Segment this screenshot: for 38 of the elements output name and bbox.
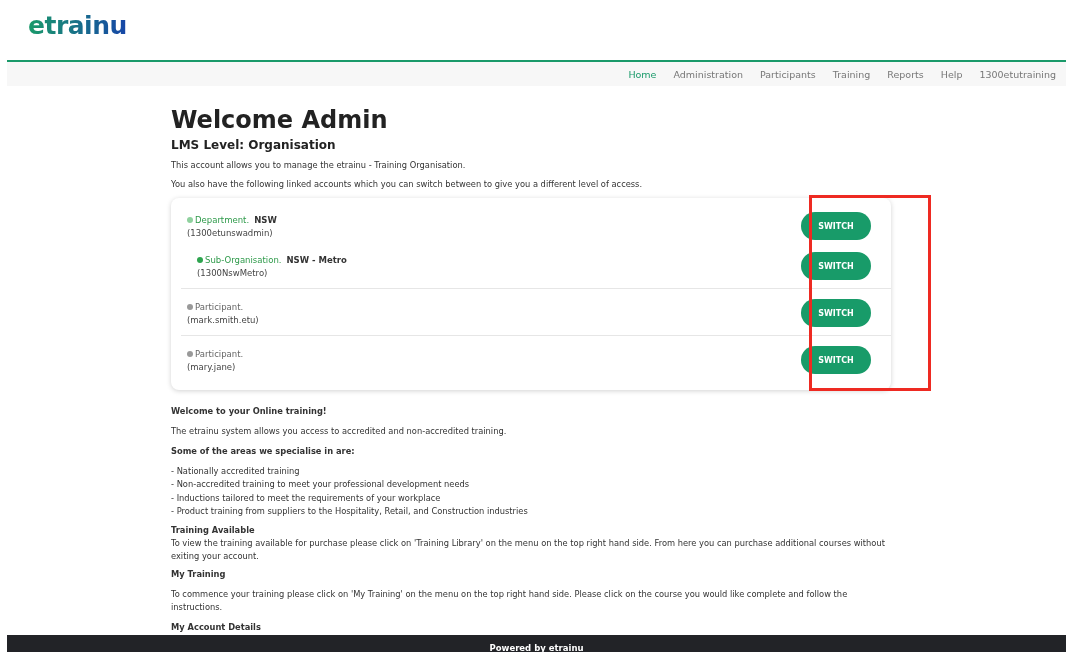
nav-link[interactable]: Participants — [760, 68, 816, 80]
section-heading: My Account Details — [171, 621, 262, 632]
nav-link[interactable]: Administration — [673, 68, 743, 80]
list-item: - Product training from suppliers to the Hospitality, Retail, and Construction industries — [171, 505, 529, 519]
account-name: NSW - Metro — [286, 254, 347, 265]
switch-button[interactable]: SWITCH — [801, 252, 871, 280]
section-text: To view the training available for purchase please click on 'Training Library' on the menu on the top right hand side. From here you can purchase additional courses without exiting your account. — [171, 536, 886, 563]
account-username: (1300etunswadmin) — [187, 227, 274, 238]
section-text: To commence your training please click on 'My Training' on the menu on the top right hand side. Please click on the course you would like complete and follow the instructions. — [171, 587, 849, 614]
footer-text: Powered by etrainu — [489, 643, 584, 652]
page-subtitle: LMS Level: Organisation — [171, 138, 337, 152]
list-item: - Non-accredited training to meet your professional development needs — [171, 478, 471, 492]
switch-button[interactable]: SWITCH — [801, 299, 871, 327]
intro-text: This account allows you to manage the etrainu - Training Organisation. — [171, 160, 467, 170]
nav-link[interactable]: Training — [832, 68, 871, 80]
section-text: The etrainu system allows you access to accredited and non-accredited training. — [171, 425, 508, 438]
section-heading: Welcome to your Online training! — [171, 406, 328, 416]
switch-button[interactable]: SWITCH — [801, 346, 871, 374]
account-username: (1300NswMetro) — [197, 267, 269, 278]
account-type: Sub-Organisation. — [205, 254, 282, 265]
account-username: (mary.jane) — [187, 361, 237, 372]
page-title: Welcome Admin — [171, 106, 389, 134]
switch-button[interactable]: SWITCH — [801, 212, 871, 240]
list-item: - Inductions tailored to meet the requirements of your workplace — [171, 491, 442, 505]
account-type: Department. — [195, 214, 250, 225]
section-heading: My Training — [171, 568, 227, 579]
account-username: (mark.smith.etu) — [187, 314, 259, 325]
account-type: Participant. — [195, 348, 244, 359]
nav-link[interactable]: Reports — [887, 68, 924, 80]
list-item: - Nationally accredited training — [171, 465, 301, 478]
section-heading: Training Available — [171, 524, 256, 535]
intro-text: You also have the following linked accounts which you can switch between to give you a different level of access. — [171, 179, 644, 189]
nav-link[interactable]: Home — [628, 68, 657, 80]
section-heading: Some of the areas we specialise in are: — [171, 446, 356, 456]
nav-link[interactable]: 1300etutraining — [979, 68, 1056, 80]
nav-link[interactable]: Help — [940, 68, 963, 80]
account-name: NSW — [254, 214, 277, 225]
account-type: Participant. — [195, 301, 244, 312]
